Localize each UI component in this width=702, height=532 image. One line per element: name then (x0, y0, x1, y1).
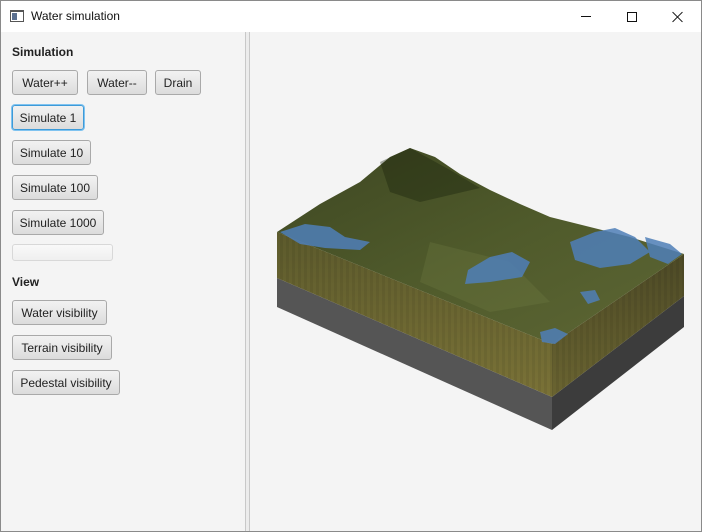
water-minus-button[interactable]: Water-- (87, 70, 147, 95)
content-area: Simulation Water++ Water-- Drain Simulat… (1, 32, 701, 531)
drain-button[interactable]: Drain (155, 70, 201, 95)
terrain-visibility-button[interactable]: Terrain visibility (12, 335, 112, 360)
maximize-icon (627, 11, 637, 22)
view-heading: View (12, 275, 40, 289)
window-title: Water simulation (31, 9, 120, 23)
title-bar[interactable]: Water simulation (1, 1, 701, 32)
app-window: Water simulation Simulation Water++ Wate… (0, 0, 702, 532)
maximize-button[interactable] (609, 1, 655, 32)
water-visibility-button[interactable]: Water visibility (12, 300, 107, 325)
simulate-1000-button[interactable]: Simulate 1000 (12, 210, 104, 235)
control-panel: Simulation Water++ Water-- Drain Simulat… (1, 32, 245, 531)
simulation-heading: Simulation (12, 45, 74, 59)
simulate-100-button[interactable]: Simulate 100 (12, 175, 98, 200)
close-button[interactable] (655, 1, 701, 32)
close-icon (672, 11, 684, 23)
water-plus-button[interactable]: Water++ (12, 70, 78, 95)
3d-viewport[interactable] (250, 32, 701, 531)
terrain-render (277, 148, 684, 430)
minimize-icon (581, 16, 591, 17)
pedestal-visibility-button[interactable]: Pedestal visibility (12, 370, 120, 395)
simulate-10-button[interactable]: Simulate 10 (12, 140, 91, 165)
minimize-button[interactable] (563, 1, 609, 32)
simulation-progress-bar (12, 244, 113, 261)
simulate-1-button[interactable]: Simulate 1 (12, 105, 84, 130)
app-window-icon (10, 10, 24, 22)
